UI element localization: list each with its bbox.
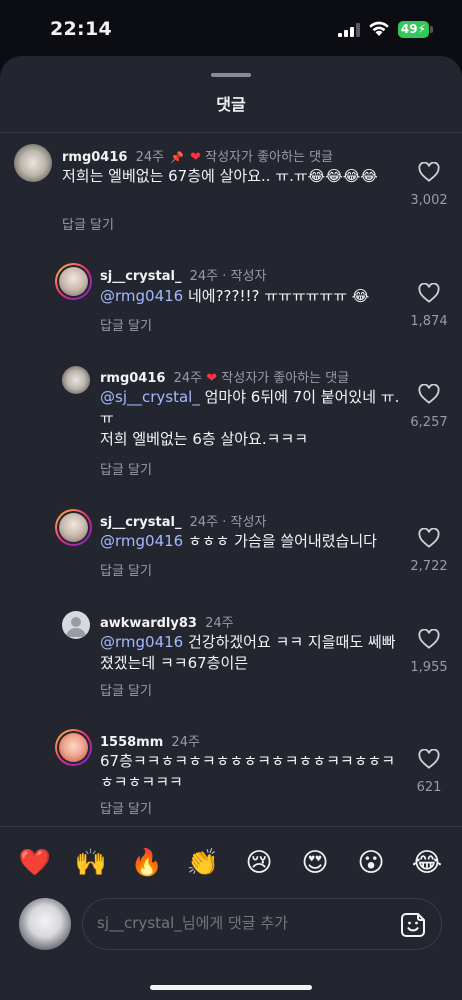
like-count: 3,002 (410, 193, 448, 208)
comment-time: 24주 (171, 735, 200, 750)
like-count: 1,955 (410, 660, 448, 675)
username[interactable]: awkwardly83 (100, 616, 197, 631)
wifi-icon (369, 21, 389, 36)
avatar[interactable] (14, 144, 52, 182)
emoji-bar-divider (0, 826, 462, 827)
quick-emoji-cry[interactable]: 😢 (242, 846, 276, 880)
comment-text: @rmg0416 네에???!!? ㅠㅠㅠㅠㅠㅠ 😂 (100, 286, 400, 307)
heart-icon[interactable] (418, 528, 440, 548)
heart-icon[interactable] (418, 162, 440, 182)
mention-link[interactable]: @rmg0416 (100, 532, 183, 550)
pin-icon: 📌 (170, 151, 184, 164)
reply-button[interactable]: 답글 달기 (100, 315, 152, 334)
comment-text: @rmg0416 ㅎㅎㅎ 가슴을 쓸어내렸습니다 (100, 531, 400, 552)
status-time: 22:14 (50, 18, 112, 40)
default-avatar[interactable] (62, 611, 90, 639)
quick-emoji-fire[interactable]: 🔥 (130, 846, 164, 880)
current-user-avatar (19, 898, 71, 950)
username[interactable]: 1558mm (100, 735, 163, 750)
battery-indicator: 49⚡ (398, 21, 429, 38)
comment-meta: sj__crystal_ 24주 · 작성자 (100, 511, 266, 530)
comment-text-line2: 저희 엘베없는 6층 살아요.ㅋㅋㅋ (100, 430, 309, 448)
comment-input-box[interactable] (82, 898, 442, 950)
heart-icon[interactable] (418, 629, 440, 649)
heart-icon[interactable] (418, 749, 440, 769)
divider (0, 132, 462, 133)
reply-button[interactable]: 답글 달기 (100, 680, 152, 699)
reply-button[interactable]: 답글 달기 (100, 560, 152, 579)
author-tag: · 작성자 (222, 269, 267, 284)
quick-emoji-raised-hands[interactable]: 🙌 (74, 846, 108, 880)
author-tag: · 작성자 (222, 515, 267, 530)
quick-emoji-clap[interactable]: 👏 (186, 846, 220, 880)
quick-emoji-laughing[interactable]: 😂 (410, 846, 444, 880)
like-count: 1,874 (410, 314, 448, 329)
comment-body: ㅎㅎㅎ 가슴을 쓸어내렸습니다 (183, 532, 377, 550)
username[interactable]: rmg0416 (100, 371, 165, 386)
sticker-icon[interactable] (400, 912, 426, 938)
sheet-title: 댓글 (216, 95, 246, 114)
like-count: 2,722 (410, 559, 448, 574)
comment-time: 24주 (189, 269, 219, 284)
mention-link[interactable]: @rmg0416 (100, 633, 183, 651)
heart-icon[interactable] (418, 283, 440, 303)
battery-tip (430, 26, 433, 33)
avatar[interactable] (55, 509, 92, 546)
comment-text: 67층ㅋㅋㅎㅋㅎㅋㅎㅎㅎㅋㅎㅋㅎㅎㅋㅋㅎㅎㅋㅎㅋㅎㅋㅋㅋ (100, 752, 396, 791)
like-count: 621 (416, 780, 442, 795)
battery-level: 49 (400, 22, 418, 36)
comment-input[interactable] (97, 914, 387, 932)
comment-meta: rmg0416 24주 ❤ 작성자가 좋아하는 댓글 (100, 367, 349, 386)
heart-icon[interactable] (418, 384, 440, 404)
comment-meta: sj__crystal_ 24주 · 작성자 (100, 265, 266, 284)
comments-sheet: 댓글 rmg0416 24주 📌 ❤ 작성자가 좋아하는 댓글 저희는 엘베없는… (0, 56, 462, 1000)
avatar[interactable] (55, 729, 92, 766)
reply-button[interactable]: 답글 달기 (100, 459, 152, 478)
comment-time: 24주 (189, 515, 219, 530)
signal-icon (338, 23, 360, 37)
author-liked-heart-icon: ❤ (206, 371, 218, 386)
quick-emoji-heart[interactable]: ❤️ (18, 846, 52, 880)
comment-body: 네에???!!? ㅠㅠㅠㅠㅠㅠ 😂 (183, 287, 370, 305)
comment-time: 24주 (135, 150, 165, 165)
drag-handle[interactable] (211, 73, 251, 77)
mention-link[interactable]: @rmg0416 (100, 287, 183, 305)
comment-text: 저희는 엘베없는 67층에 살아요.. ㅠ.ㅠ😂😂😂😂 (62, 167, 378, 185)
username[interactable]: sj__crystal_ (100, 269, 181, 284)
home-indicator (150, 985, 312, 990)
avatar[interactable] (55, 263, 92, 300)
mention-link[interactable]: @sj__crystal_ (100, 388, 200, 406)
comment-text: @sj__crystal_ 엄마야 6뒤에 7이 붙어있네 ㅠ.ㅠ (100, 387, 400, 429)
username[interactable]: sj__crystal_ (100, 515, 181, 530)
reply-button[interactable]: 답글 달기 (100, 798, 152, 817)
like-count: 6,257 (410, 415, 448, 430)
author-liked-heart-icon: ❤ (190, 150, 201, 165)
username[interactable]: rmg0416 (62, 150, 127, 165)
author-liked-tag: 작성자가 좋아하는 댓글 (205, 150, 334, 165)
reply-button[interactable]: 답글 달기 (62, 214, 114, 233)
quick-emoji-heart-eyes[interactable]: 😍 (298, 846, 332, 880)
comment-time: 24주 (205, 616, 234, 631)
comment-meta: 1558mm 24주 (100, 731, 200, 750)
comment-meta: awkwardly83 24주 (100, 612, 234, 631)
quick-emoji-surprised[interactable]: 😮 (354, 846, 388, 880)
comment-meta: rmg0416 24주 📌 ❤ 작성자가 좋아하는 댓글 (62, 146, 333, 165)
avatar[interactable] (62, 366, 90, 394)
status-bar: 22:14 49⚡ (0, 0, 462, 56)
user-icon (66, 617, 86, 637)
comment-time: 24주 (173, 371, 203, 386)
comment-text: @rmg0416 건강하겠어요 ㅋㅋ 지을때도 쎄빠졌겠는데 ㅋㅋ67층이믄 (100, 632, 400, 674)
author-liked-tag: 작성자가 좋아하는 댓글 (221, 371, 350, 386)
